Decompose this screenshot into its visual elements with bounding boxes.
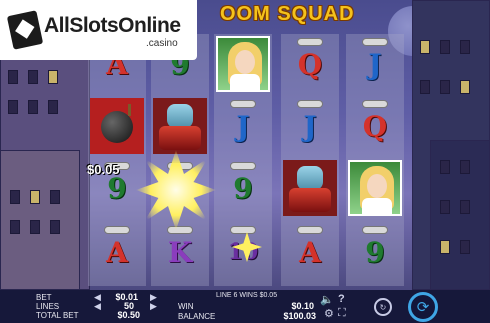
symbol-k: K (153, 224, 207, 280)
dogtag-icon (104, 226, 130, 234)
building-window (440, 80, 450, 94)
symbol-text: 9 (365, 235, 385, 269)
symbol-10: 10 (216, 224, 270, 280)
building-window (50, 190, 60, 204)
card-logo-icon (6, 10, 44, 50)
symbol-q: Q (283, 36, 337, 92)
symbol-text: 10 (227, 239, 259, 265)
symbol-q: Q (348, 98, 402, 154)
game-title: OOM SQUAD (220, 3, 355, 25)
reel: 910K (151, 34, 209, 286)
spin-icon: ⟳ (416, 299, 430, 316)
total-bet-label: TOTAL BET (36, 311, 79, 320)
building-window (440, 40, 450, 54)
spin-button[interactable]: ⟳ (408, 292, 438, 322)
symbol-j: J (348, 36, 402, 92)
symbol-text: 9 (233, 171, 253, 205)
building-window (8, 70, 18, 84)
building-window (30, 220, 40, 234)
building-window (460, 80, 470, 94)
symbol-9: 9 (348, 224, 402, 280)
building-window (30, 190, 40, 204)
symbol-text: Q (362, 109, 388, 143)
win-value: $0.10 (291, 301, 314, 311)
lines-increase-arrow-icon[interactable]: ▶ (150, 301, 157, 312)
game-stage: OOM SQUAD A9A910KJ910QJAJQ9 $0.05 AllSlo… (0, 0, 490, 323)
dogtag-icon (230, 226, 256, 234)
symbol-text: J (303, 109, 317, 143)
dogtag-icon (297, 226, 323, 234)
building-window (420, 40, 430, 54)
win-popup-amount: $0.05 (87, 162, 120, 177)
symbol-text: Q (297, 47, 323, 81)
lines-label: LINES (36, 302, 60, 311)
dogtag-icon (297, 100, 323, 108)
symbol-robot (153, 98, 207, 154)
symbol-text: A (106, 235, 128, 269)
bet-label: BET (36, 293, 52, 302)
fullscreen-icon[interactable]: ⛶ (338, 307, 346, 320)
dogtag-icon (362, 226, 388, 234)
symbol-text: K (167, 235, 193, 269)
building-window (28, 70, 38, 84)
symbol-heroine-portrait (216, 36, 270, 92)
building-window (460, 240, 470, 254)
gear-icon[interactable]: ⚙ (324, 307, 334, 320)
building-window (460, 160, 470, 174)
building-window (48, 70, 58, 84)
total-bet-value: $0.50 (117, 310, 140, 320)
symbol-text: J (236, 109, 250, 143)
symbol-text: A (299, 235, 321, 269)
symbol-bomb (90, 98, 144, 154)
building-window (28, 100, 38, 114)
dogtag-icon (362, 100, 388, 108)
lines-decrease-arrow-icon[interactable]: ◀ (94, 301, 101, 312)
site-logo: AllSlotsOnline .casino (0, 0, 197, 60)
dogtag-icon (230, 162, 256, 170)
reel: QJ A (281, 34, 339, 286)
balance-label: BALANCE (178, 312, 216, 321)
sound-icon[interactable]: 🔈 (320, 293, 334, 306)
dogtag-icon (230, 100, 256, 108)
symbol-text: J (368, 47, 382, 81)
help-icon[interactable]: ? (338, 293, 345, 305)
building-window (440, 160, 450, 174)
building-window (440, 240, 450, 254)
symbol-heroine-portrait (348, 160, 402, 216)
building-window (420, 80, 430, 94)
autoplay-icon: ↻ (379, 302, 387, 312)
reel: JQ 9 (346, 34, 404, 286)
dogtag-icon (167, 226, 193, 234)
symbol-9: 9 (216, 160, 270, 216)
win-burst (136, 150, 216, 230)
balance-value: $100.03 (283, 311, 316, 321)
site-logo-sub: .casino (146, 38, 178, 49)
building-window (48, 100, 58, 114)
win-label: WIN (178, 302, 194, 311)
building-window (460, 200, 470, 214)
building-window (460, 40, 470, 54)
building-window (10, 190, 20, 204)
symbol-robot (283, 160, 337, 216)
building-window (50, 220, 60, 234)
line-win-text: LINE 6 WINS $0.05 (216, 292, 278, 299)
dogtag-icon (362, 38, 388, 46)
reel: A9A (88, 34, 146, 286)
dogtag-icon (297, 38, 323, 46)
autoplay-button[interactable]: ↻ (374, 298, 392, 316)
symbol-a: A (90, 224, 144, 280)
symbol-j: J (216, 98, 270, 154)
building-window (8, 100, 18, 114)
building-window (440, 200, 450, 214)
symbol-a: A (283, 224, 337, 280)
building-window (10, 220, 20, 234)
site-logo-name: AllSlotsOnline (44, 14, 181, 37)
symbol-j: J (283, 98, 337, 154)
